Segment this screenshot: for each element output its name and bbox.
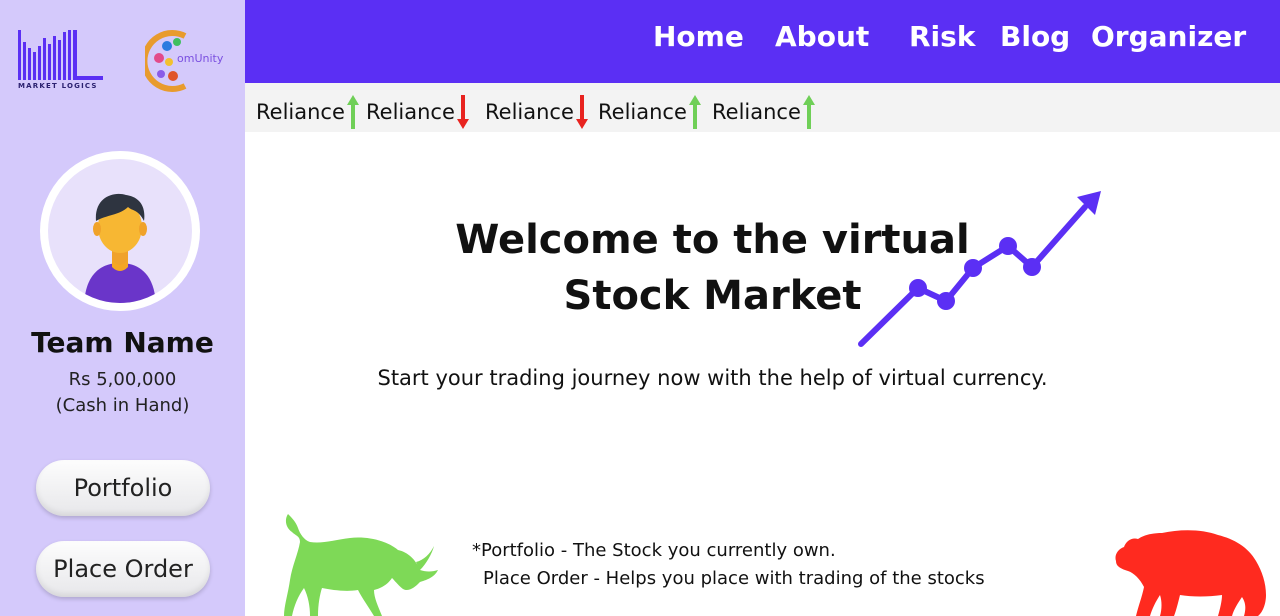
- cash-in-hand: Rs 5,00,000 (Cash in Hand): [0, 367, 245, 419]
- nav-blog[interactable]: Blog: [1000, 20, 1070, 53]
- market-logics-logo: MARKET LOGICS: [16, 28, 108, 94]
- avatar[interactable]: [40, 151, 200, 311]
- place-order-button[interactable]: Place Order: [36, 541, 210, 597]
- arrow-up-icon: [346, 95, 359, 129]
- nav-organizer[interactable]: Organizer: [1091, 20, 1246, 53]
- nav-risk[interactable]: Risk: [909, 20, 975, 53]
- portfolio-button[interactable]: Portfolio: [36, 460, 210, 516]
- ticker-label: Reliance: [256, 100, 345, 124]
- arrow-up-icon: [688, 95, 701, 129]
- place-order-note: Place Order - Helps you place with tradi…: [483, 568, 985, 589]
- community-text: omUnity: [177, 52, 224, 65]
- nav-home[interactable]: Home: [653, 20, 744, 53]
- cash-amount: Rs 5,00,000: [68, 369, 177, 390]
- ticker-item[interactable]: Reliance: [366, 95, 469, 129]
- bull-icon: [284, 514, 438, 616]
- trend-chart-icon: [858, 191, 1101, 347]
- portfolio-note: *Portfolio - The Stock you currently own…: [472, 540, 836, 561]
- bear-icon: [1115, 530, 1266, 616]
- welcome-subtitle: Start your trading journey now with the …: [377, 366, 1048, 390]
- top-nav: Home About Risk Blog Organizer: [245, 0, 1280, 83]
- ticker-item[interactable]: Reliance: [485, 95, 588, 129]
- ticker-item[interactable]: Reliance: [598, 95, 701, 129]
- ticker-label: Reliance: [712, 100, 801, 124]
- arrow-down-icon: [575, 95, 588, 129]
- ticker-item[interactable]: Reliance: [256, 95, 359, 129]
- ticker-label: Reliance: [485, 100, 574, 124]
- arrow-up-icon: [802, 95, 815, 129]
- sidebar: MARKET LOGICS omUnity Team Name Rs 5,00,…: [0, 0, 245, 616]
- ticker-label: Reliance: [598, 100, 687, 124]
- community-logo: omUnity: [141, 28, 235, 94]
- stock-ticker: Reliance Reliance Reliance Reliance Reli…: [245, 83, 1280, 132]
- cash-label: (Cash in Hand): [55, 395, 190, 416]
- team-name: Team Name: [31, 326, 214, 359]
- arrow-down-icon: [456, 95, 469, 129]
- ticker-label: Reliance: [366, 100, 455, 124]
- user-avatar-icon: [48, 159, 192, 303]
- market-logics-text: MARKET LOGICS: [18, 82, 98, 90]
- ticker-item[interactable]: Reliance: [712, 95, 815, 129]
- nav-about[interactable]: About: [775, 20, 869, 53]
